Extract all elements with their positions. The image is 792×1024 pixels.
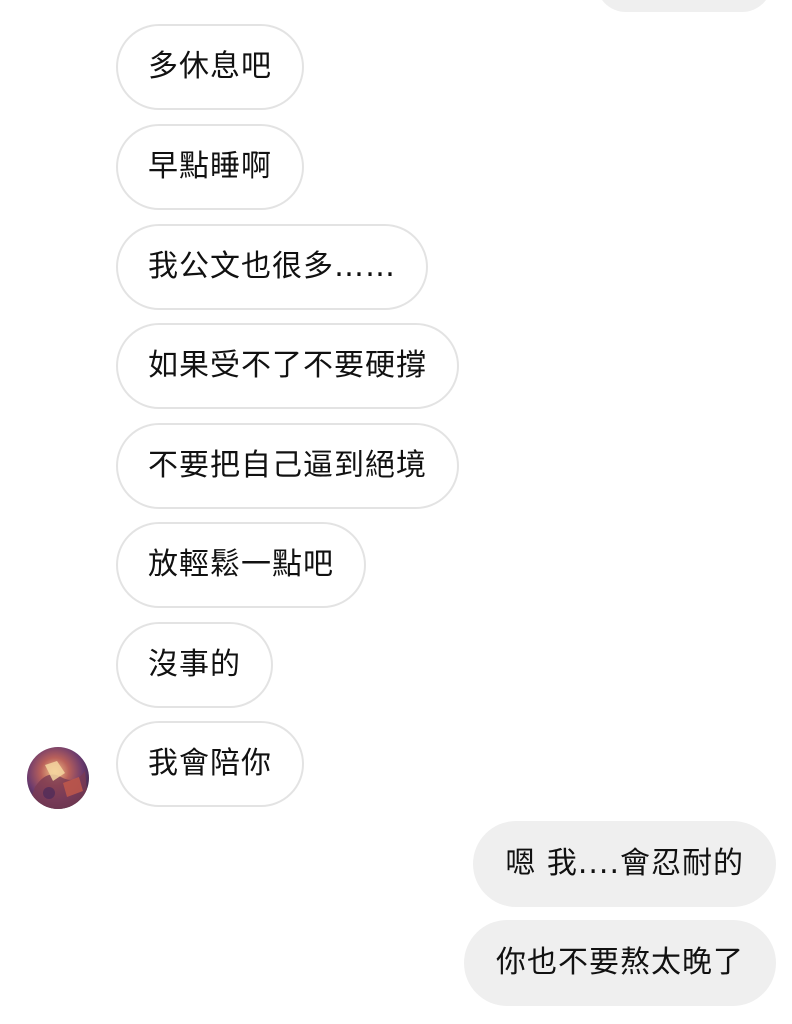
incoming-message-bubble[interactable]: 不要把自己逼到絕境 bbox=[116, 423, 459, 509]
incoming-message-bubble[interactable]: 早點睡啊 bbox=[116, 124, 304, 210]
previous-outgoing-bubble-partial[interactable] bbox=[596, 0, 772, 12]
chat-thread: 多休息吧 早點睡啊 我公文也很多…… 如果受不了不要硬撐 不要把自己逼到絕境 放… bbox=[0, 0, 792, 1024]
outgoing-message-bubble[interactable]: 嗯 我....會忍耐的 bbox=[473, 821, 776, 907]
incoming-message-bubble[interactable]: 多休息吧 bbox=[116, 24, 304, 110]
outgoing-message-bubble[interactable]: 你也不要熬太晚了 bbox=[464, 920, 776, 1006]
avatar-icon[interactable] bbox=[27, 747, 89, 809]
incoming-message-bubble[interactable]: 如果受不了不要硬撐 bbox=[116, 323, 459, 409]
incoming-message-bubble[interactable]: 放輕鬆一點吧 bbox=[116, 522, 366, 608]
incoming-message-bubble[interactable]: 沒事的 bbox=[116, 622, 273, 708]
incoming-message-bubble[interactable]: 我會陪你 bbox=[116, 721, 304, 807]
incoming-message-bubble[interactable]: 我公文也很多…… bbox=[116, 224, 428, 310]
